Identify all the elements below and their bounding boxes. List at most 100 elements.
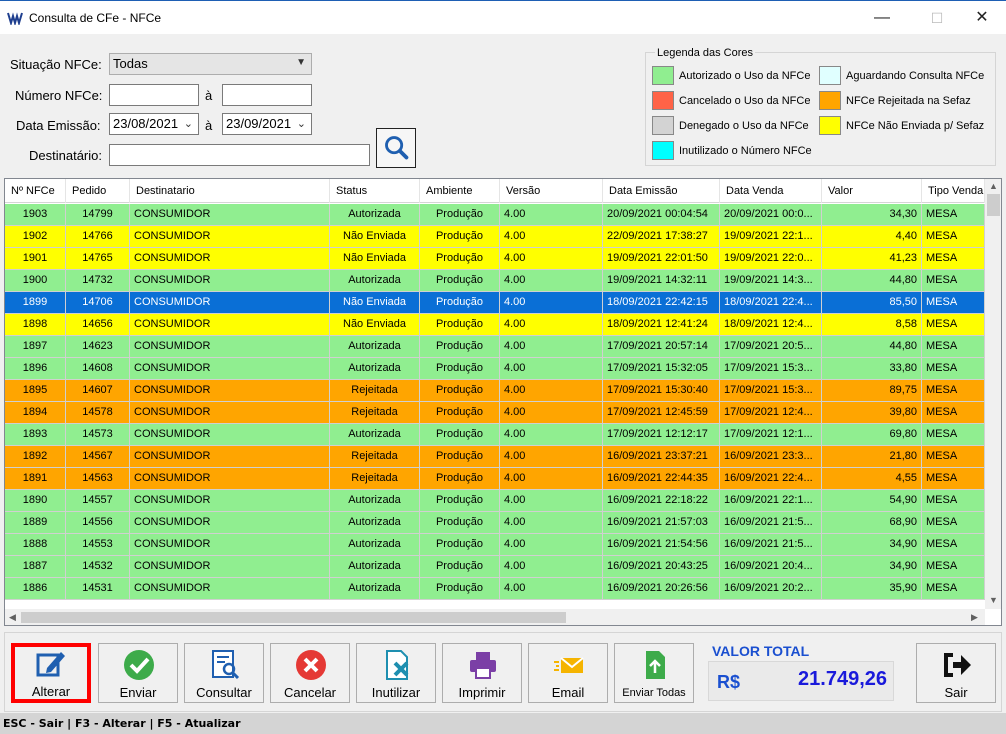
numero-to-input[interactable]: [222, 84, 312, 106]
close-button[interactable]: ✕: [962, 7, 1002, 29]
table-cell: Autorizada: [330, 578, 420, 599]
table-cell: MESA: [922, 512, 985, 533]
horizontal-scrollbar[interactable]: ◀ ▶: [5, 609, 985, 625]
consultar-button[interactable]: Consultar: [184, 643, 264, 703]
vertical-scroll-thumb[interactable]: [987, 194, 1000, 216]
legend-swatch: [819, 116, 841, 135]
table-cell: 18/09/2021 22:42:15: [603, 292, 720, 313]
table-row[interactable]: 1895 14607 CONSUMIDOR Rejeitada Produção 4.00…: [5, 380, 985, 402]
sair-button[interactable]: Sair: [916, 643, 996, 703]
maximize-button[interactable]: ☐: [917, 7, 957, 29]
table-cell: Produção: [420, 556, 500, 577]
table-cell: 21,80: [822, 446, 922, 467]
table-cell: 14608: [66, 358, 130, 379]
table-cell: MESA: [922, 314, 985, 335]
imprimir-button[interactable]: Imprimir: [442, 643, 522, 703]
situacao-select[interactable]: Todas ▼: [109, 53, 312, 75]
table-cell: 14766: [66, 226, 130, 247]
minimize-button[interactable]: —: [862, 7, 902, 29]
legend-swatch: [652, 141, 674, 160]
table-row[interactable]: 1886 14531 CONSUMIDOR Autorizada Produção 4.0…: [5, 578, 985, 600]
table-row[interactable]: 1902 14766 CONSUMIDOR Não Enviada Produção 4.…: [5, 226, 985, 248]
table-row[interactable]: 1888 14553 CONSUMIDOR Autorizada Produção 4.0…: [5, 534, 985, 556]
column-header[interactable]: Versão: [500, 179, 603, 203]
table-row[interactable]: 1892 14567 CONSUMIDOR Rejeitada Produção 4.00…: [5, 446, 985, 468]
inutilizar-button[interactable]: Inutilizar: [356, 643, 436, 703]
table-cell: 1893: [5, 424, 66, 445]
search-icon: [385, 136, 409, 160]
table-header: Nº NFCe Pedido Destinatario Status Ambiente V…: [5, 179, 985, 203]
search-button[interactable]: [376, 128, 416, 168]
table-cell: 89,75: [822, 380, 922, 401]
table-cell: CONSUMIDOR: [130, 226, 330, 247]
table-cell: 18/09/2021 22:4...: [720, 292, 822, 313]
vertical-scrollbar[interactable]: ▲ ▼: [985, 179, 1001, 609]
table-cell: 4.00: [500, 556, 603, 577]
table-cell: 1886: [5, 578, 66, 599]
column-header[interactable]: Pedido: [66, 179, 130, 203]
table-row[interactable]: 1903 14799 CONSUMIDOR Autorizada Produção 4.0…: [5, 204, 985, 226]
numero-from-input[interactable]: [109, 84, 199, 106]
table-cell: 1898: [5, 314, 66, 335]
table-cell: 34,90: [822, 556, 922, 577]
table-cell: 14557: [66, 490, 130, 511]
scroll-left-icon[interactable]: ◀: [9, 612, 16, 623]
table-cell: Produção: [420, 248, 500, 269]
table-cell: CONSUMIDOR: [130, 380, 330, 401]
enviar-button[interactable]: Enviar: [98, 643, 178, 703]
column-header[interactable]: Nº NFCe: [5, 179, 66, 203]
column-header[interactable]: Status: [330, 179, 420, 203]
nfce-table[interactable]: Nº NFCe Pedido Destinatario Status Ambiente V…: [4, 178, 1002, 626]
table-cell: 17/09/2021 12:4...: [720, 402, 822, 423]
table-row[interactable]: 1900 14732 CONSUMIDOR Autorizada Produção 4.0…: [5, 270, 985, 292]
action-toolbar: Alterar Enviar Consultar Cancelar Inutil…: [4, 632, 1002, 712]
table-row[interactable]: 1899 14706 CONSUMIDOR Não Enviada Produção 4.…: [5, 292, 985, 314]
table-cell: Autorizada: [330, 534, 420, 555]
table-row[interactable]: 1894 14578 CONSUMIDOR Rejeitada Produção 4.00…: [5, 402, 985, 424]
column-header[interactable]: Data Venda: [720, 179, 822, 203]
table-cell: 19/09/2021 22:01:50: [603, 248, 720, 269]
table-cell: Não Enviada: [330, 226, 420, 247]
scroll-up-icon[interactable]: ▲: [989, 181, 998, 191]
column-header[interactable]: Valor: [822, 179, 922, 203]
table-row[interactable]: 1901 14765 CONSUMIDOR Não Enviada Produção 4.…: [5, 248, 985, 270]
column-header[interactable]: Ambiente: [420, 179, 500, 203]
check-circle-icon: [124, 650, 154, 680]
table-row[interactable]: 1898 14656 CONSUMIDOR Não Enviada Produção 4.…: [5, 314, 985, 336]
alterar-button[interactable]: Alterar: [11, 643, 91, 703]
table-row[interactable]: 1889 14556 CONSUMIDOR Autorizada Produção 4.0…: [5, 512, 985, 534]
data-from-picker[interactable]: 23/08/2021 ⌄: [109, 113, 199, 135]
email-button[interactable]: Email: [528, 643, 608, 703]
column-header[interactable]: Tipo Venda: [922, 179, 985, 203]
column-header[interactable]: Data Emissão: [603, 179, 720, 203]
enviar-todas-button[interactable]: Enviar Todas: [614, 643, 694, 703]
data-to-picker[interactable]: 23/09/2021 ⌄: [222, 113, 312, 135]
table-cell: 33,80: [822, 358, 922, 379]
table-cell: 85,50: [822, 292, 922, 313]
table-row[interactable]: 1890 14557 CONSUMIDOR Autorizada Produção 4.0…: [5, 490, 985, 512]
table-row[interactable]: 1896 14608 CONSUMIDOR Autorizada Produção 4.0…: [5, 358, 985, 380]
table-cell: Produção: [420, 424, 500, 445]
table-row[interactable]: 1887 14532 CONSUMIDOR Autorizada Produção 4.0…: [5, 556, 985, 578]
scroll-down-icon[interactable]: ▼: [989, 595, 998, 605]
table-cell: 4.00: [500, 358, 603, 379]
table-cell: 16/09/2021 20:4...: [720, 556, 822, 577]
cancelar-button[interactable]: Cancelar: [270, 643, 350, 703]
table-cell: 14623: [66, 336, 130, 357]
table-cell: CONSUMIDOR: [130, 336, 330, 357]
chevron-down-icon: ⌄: [183, 118, 193, 130]
table-cell: 4.00: [500, 534, 603, 555]
table-cell: CONSUMIDOR: [130, 204, 330, 225]
horizontal-scroll-thumb[interactable]: [21, 612, 566, 623]
table-cell: Autorizada: [330, 336, 420, 357]
table-cell: 17/09/2021 20:57:14: [603, 336, 720, 357]
app-icon: [7, 12, 23, 25]
table-row[interactable]: 1893 14573 CONSUMIDOR Autorizada Produção 4.0…: [5, 424, 985, 446]
table-cell: CONSUMIDOR: [130, 314, 330, 335]
table-row[interactable]: 1891 14563 CONSUMIDOR Rejeitada Produção 4.00…: [5, 468, 985, 490]
destinatario-input[interactable]: [109, 144, 370, 166]
table-row[interactable]: 1897 14623 CONSUMIDOR Autorizada Produção 4.0…: [5, 336, 985, 358]
table-cell: Produção: [420, 226, 500, 247]
scroll-right-icon[interactable]: ▶: [971, 612, 978, 623]
column-header[interactable]: Destinatario: [130, 179, 330, 203]
